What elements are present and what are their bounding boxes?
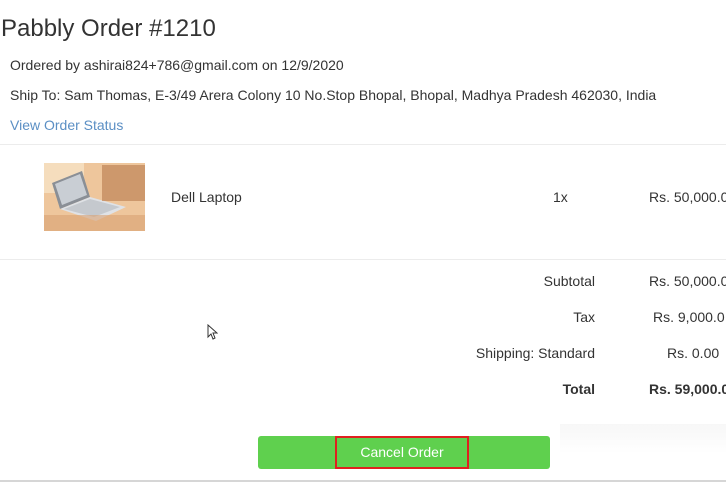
total-label: Total [562, 381, 595, 397]
total-value: Rs. 59,000.0 [649, 381, 726, 397]
order-title: Pabbly Order #1210 [1, 15, 216, 42]
item-quantity: 1x [553, 189, 568, 205]
bottom-divider [0, 480, 726, 482]
subtotal-label: Subtotal [543, 273, 595, 289]
tax-value: Rs. 9,000.0 [653, 309, 725, 325]
laptop-image [44, 163, 145, 231]
item-name: Dell Laptop [171, 189, 242, 205]
view-order-status-link[interactable]: View Order Status [10, 117, 123, 133]
item-price: Rs. 50,000.0 [649, 189, 726, 205]
divider [0, 259, 726, 260]
shipping-label: Shipping: Standard [475, 345, 595, 361]
divider [0, 144, 726, 145]
tax-label: Tax [573, 309, 595, 325]
shipping-value: Rs. 0.00 [667, 345, 720, 361]
ship-to-address: Ship To: Sam Thomas, E-3/49 Arera Colony… [10, 87, 657, 103]
background-shade [560, 424, 726, 454]
mouse-pointer-icon [207, 323, 219, 345]
cancel-order-label[interactable]: Cancel Order [335, 436, 469, 469]
ordered-by-text: Ordered by ashirai824+786@gmail.com on 1… [10, 57, 344, 73]
subtotal-value: Rs. 50,000.0 [649, 273, 726, 289]
